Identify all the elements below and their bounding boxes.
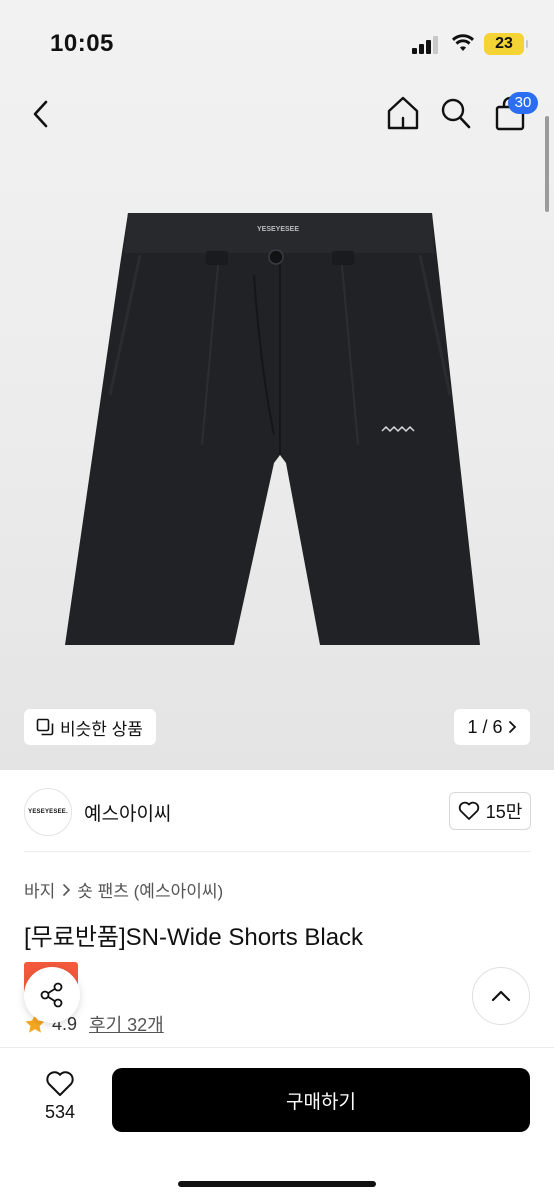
similar-products-label: 비슷한 상품 — [60, 719, 143, 739]
wishlist-count: 534 — [44, 1102, 76, 1122]
scroll-to-top-button[interactable] — [472, 967, 530, 1025]
cellular-signal-icon — [412, 36, 440, 54]
status-time: 10:05 — [50, 30, 114, 57]
chevron-right-icon — [63, 883, 71, 896]
image-pager-button[interactable]: 1 / 6 — [454, 709, 530, 745]
chevron-up-icon — [491, 990, 511, 1002]
breadcrumb: 바지 숏 팬츠 (예스아이씨) — [24, 877, 223, 902]
brand-like-button[interactable]: 15만 — [449, 792, 531, 830]
share-icon — [40, 982, 63, 1008]
home-icon[interactable] — [385, 94, 421, 132]
battery-indicator: 23 — [484, 33, 528, 55]
brand-name[interactable]: 예스아이씨 — [84, 799, 171, 826]
breadcrumb-category[interactable]: 바지 — [24, 877, 55, 902]
heart-icon — [458, 801, 479, 820]
garment-brand-label: YESEYESEE — [257, 226, 299, 233]
wishlist-button[interactable]: 534 — [30, 1070, 90, 1150]
brand-row[interactable]: YESEYESEE. 예스아이씨 15만 — [0, 770, 554, 850]
top-navigation: 30 — [0, 86, 554, 142]
divider — [24, 851, 530, 852]
product-photo[interactable]: YESEYESEE — [40, 205, 520, 665]
status-bar: 10:05 23 — [0, 0, 554, 88]
bottom-action-bar: 534 구매하기 — [0, 1047, 554, 1200]
buy-button[interactable]: 구매하기 — [112, 1068, 530, 1132]
product-image-area[interactable]: 10:05 23 30 YESEYESEE 비슷한 상품 1 / 6 — [0, 0, 554, 770]
back-arrow-icon[interactable] — [26, 96, 58, 132]
brand-like-count: 15만 — [485, 802, 523, 822]
heart-icon — [46, 1071, 74, 1096]
wifi-icon — [452, 34, 474, 51]
review-count-link[interactable]: 후기 32개 — [89, 1011, 164, 1037]
copy-squares-icon — [36, 718, 54, 736]
scrollbar[interactable] — [545, 116, 549, 212]
image-pager-label: 1 / 6 — [467, 716, 503, 737]
share-button[interactable] — [24, 967, 80, 1023]
similar-products-button[interactable]: 비슷한 상품 — [24, 709, 156, 745]
chevron-right-icon — [508, 721, 516, 733]
cart-count-badge: 30 — [508, 92, 538, 114]
product-title: [무료반품]SN-Wide Shorts Black — [24, 924, 364, 951]
breadcrumb-subcategory[interactable]: 숏 팬츠 (예스아이씨) — [77, 877, 223, 902]
home-indicator — [178, 1181, 376, 1187]
search-icon[interactable] — [438, 94, 474, 132]
brand-logo[interactable]: YESEYESEE. — [24, 788, 72, 836]
